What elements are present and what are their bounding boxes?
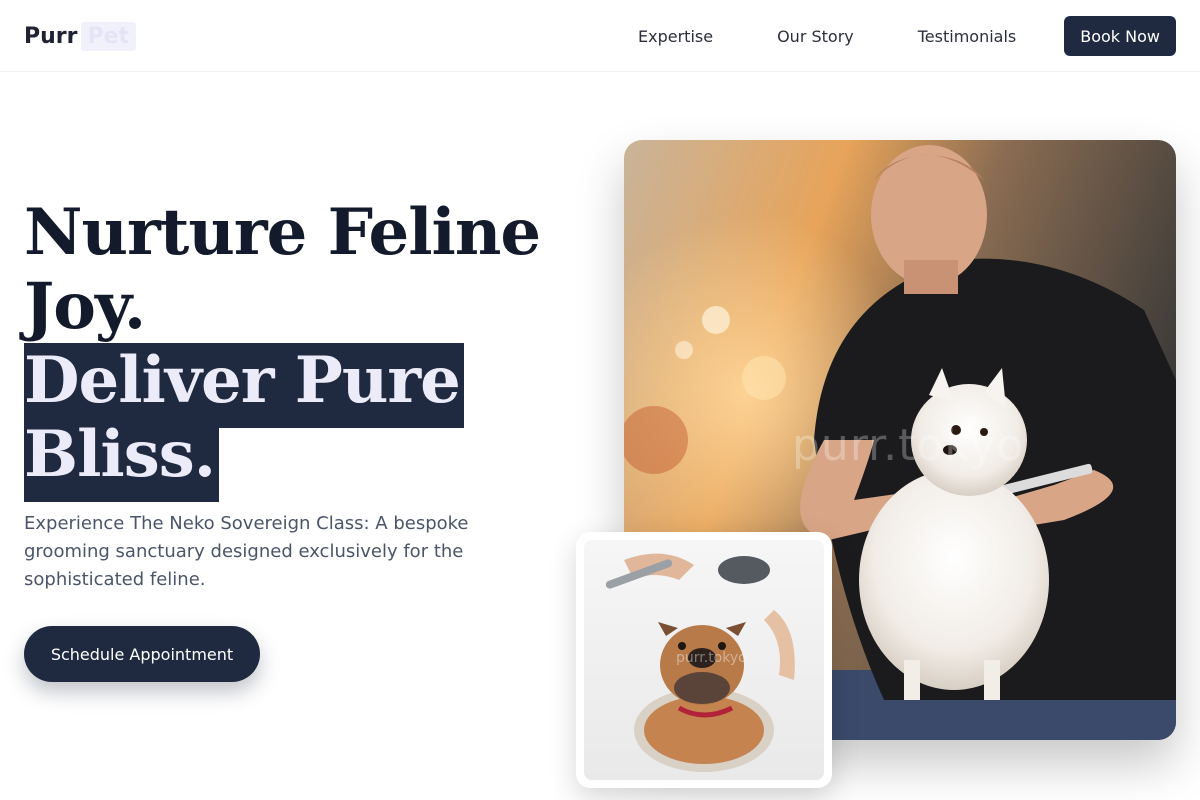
nav-link-expertise[interactable]: Expertise bbox=[638, 27, 713, 46]
nav-link-our-story[interactable]: Our Story bbox=[777, 27, 854, 46]
main-nav: Expertise Our Story Testimonials Book No… bbox=[638, 16, 1176, 56]
schedule-appointment-button[interactable]: Schedule Appointment bbox=[24, 626, 260, 682]
site-header: Purr Pet Expertise Our Story Testimonial… bbox=[0, 0, 1200, 72]
logo[interactable]: Purr Pet bbox=[24, 20, 137, 52]
logo-accent: Pet bbox=[80, 21, 137, 51]
small-photo-watermark: purr.tokyo bbox=[676, 650, 747, 666]
nav-link-testimonials[interactable]: Testimonials bbox=[918, 27, 1017, 46]
bathing-dog-photo: purr.tokyo bbox=[584, 540, 824, 780]
headline-plain: Nurture Feline Joy. bbox=[24, 195, 541, 344]
book-now-button[interactable]: Book Now bbox=[1064, 16, 1176, 56]
bathing-dog-card: purr.tokyo bbox=[576, 532, 832, 788]
headline-highlight: Deliver Pure Bliss. bbox=[24, 343, 464, 502]
main-photo-watermark: purr.tokyo bbox=[792, 420, 1025, 471]
logo-text: Purr bbox=[24, 23, 78, 49]
hero-subtitle: Experience The Neko Sovereign Class: A b… bbox=[24, 513, 469, 590]
hero-headline: Nurture Feline Joy. Deliver Pure Bliss. bbox=[24, 195, 544, 502]
